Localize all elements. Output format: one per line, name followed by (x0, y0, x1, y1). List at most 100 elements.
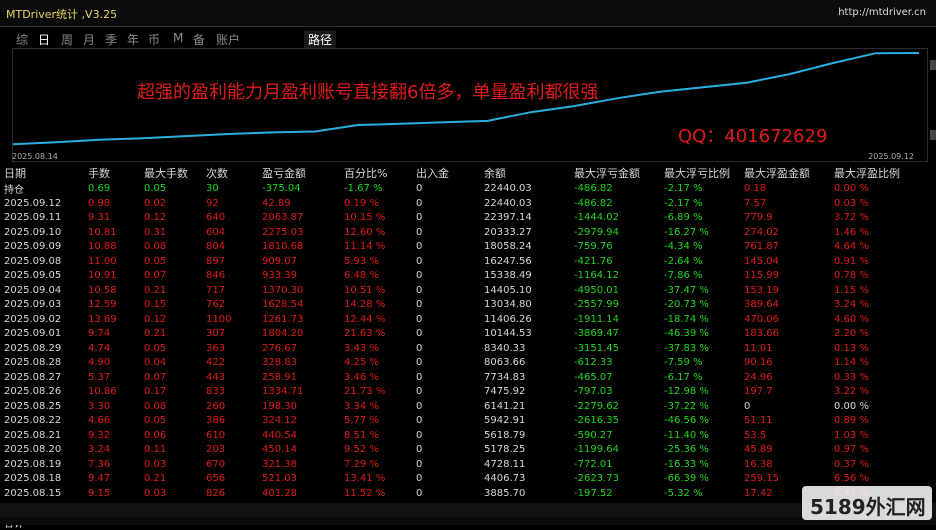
table-header[interactable]: 日期 手数 最大手数 次数 盈亏金额 百分比% 出入金 余额 最大浮亏金额 最大浮亏比例 最大浮盈金… (4, 165, 924, 181)
table-row[interactable]: 2025.09.01 9.74 0.21 307 1804.20 21.63 % 0 1014… (4, 327, 924, 342)
cell-9: -25.36 % (664, 444, 709, 456)
cell-0: 2025.09.01 (4, 328, 62, 340)
cell-1: 10.86 (88, 386, 117, 398)
cell-7: 18058.24 (484, 241, 532, 253)
cell-6: 0 (416, 415, 423, 427)
cell-6: 0 (416, 270, 423, 282)
cell-8: -486.82 (574, 183, 613, 194)
tab-quarter[interactable]: 季 (105, 31, 117, 48)
cell-8: -3151.45 (574, 342, 619, 354)
table-row[interactable]: 2025.08.25 3.30 0.08 260 198.30 3.34 % 0 6141.2… (4, 399, 924, 414)
cell-8: -2979.94 (574, 226, 619, 238)
cell-10: 0.18 (744, 183, 767, 194)
table-row[interactable]: 2025.08.18 9.47 0.21 656 521.03 13.41 % 0 4406.… (4, 472, 924, 487)
tab-year[interactable]: 年 (127, 31, 139, 48)
cell-0: 2025.08.25 (4, 400, 62, 412)
table-row[interactable]: 2025.09.08 11.00 0.05 897 909.07 5.93 % 0 16247… (4, 254, 924, 269)
cell-9: -20.73 % (664, 299, 709, 311)
table-row[interactable]: 2025.08.26 10.86 0.17 833 1334.71 21.73 % 0 747… (4, 385, 924, 400)
cell-2: 0.06 (144, 429, 167, 441)
cell-3: 30 (206, 183, 219, 194)
cell-0: 2025.09.04 (4, 284, 62, 296)
cell-9: 最大浮亏比例 (664, 167, 730, 180)
table-row[interactable]: 2025.09.04 10.58 0.21 717 1370.30 10.51 % 0 144… (4, 283, 924, 298)
cell-9: -12.98 % (664, 386, 709, 398)
table-row[interactable]: 2025.09.02 13.69 0.12 1100 1261.73 12.44 % 0 11… (4, 312, 924, 327)
tab-overview[interactable]: 综 (16, 31, 28, 48)
cell-3: 1100 (206, 313, 232, 325)
table-row[interactable]: 2025.08.29 4.74 0.05 363 276.67 3.43 % 0 8340.3… (4, 341, 924, 356)
tab-m[interactable]: M (173, 31, 183, 45)
cell-2: 0.31 (144, 226, 167, 238)
table-row[interactable]: 2025.09.12 0.98 0.02 92 42.89 0.19 % 0 22440.03… (4, 196, 924, 211)
table-row[interactable]: 2025.08.21 9.32 0.06 610 440.54 8.51 % 0 5618.7… (4, 428, 924, 443)
cell-6: 0 (416, 429, 423, 441)
cell-3: 260 (206, 400, 226, 412)
scrollbar-thumb[interactable] (930, 60, 936, 70)
cell-10: 51.11 (744, 415, 773, 427)
cell-5: 21.63 % (344, 328, 386, 340)
cell-3: 640 (206, 212, 226, 224)
table-row[interactable]: 2025.08.22 4.66 0.05 386 324.12 5.77 % 0 5942.9… (4, 414, 924, 429)
cell-2: 0.17 (144, 386, 167, 398)
table-row[interactable]: 2025.09.05 10.91 0.07 846 933.39 6.48 % 0 15338… (4, 269, 924, 284)
cell-5: 3.43 % (344, 342, 379, 354)
table-row[interactable]: 2025.08.19 7.36 0.03 670 321.38 7.29 % 0 4728.1… (4, 457, 924, 472)
total-bar (0, 503, 936, 517)
tab-day[interactable]: 日 (38, 31, 50, 48)
cell-10: 153.19 (744, 284, 779, 296)
cell-2: 0.08 (144, 400, 167, 412)
cell-2: 0.03 (144, 458, 167, 470)
cell-5: 21.73 % (344, 386, 386, 398)
website-link[interactable]: http://mtdriver.cn (838, 7, 926, 18)
tab-week[interactable]: 周 (61, 31, 73, 48)
cell-3: 656 (206, 473, 226, 485)
title-bar: MTDriver统计 ,V3.25 http://mtdriver.cn (0, 0, 936, 27)
cell-10: 115.99 (744, 270, 779, 282)
table-row[interactable]: 2025.08.27 5.37 0.07 443 258.91 3.46 % 0 7734.8… (4, 370, 924, 385)
daily-stats-table: 日期 手数 最大手数 次数 盈亏金额 百分比% 出入金 余额 最大浮亏金额 最大浮亏比例 最大浮盈金… (4, 165, 924, 530)
cell-11: 0.37 % (834, 458, 869, 470)
cell-2: 最大手数 (144, 167, 188, 180)
tab-month[interactable]: 月 (83, 31, 95, 48)
cell-10: 90.16 (744, 357, 773, 369)
table-row[interactable]: 2025.09.03 12.59 0.15 762 1628.54 14.28 % 0 130… (4, 298, 924, 313)
table-row[interactable]: 2025.09.11 9.31 0.12 640 2063.87 10.15 % 0 2239… (4, 211, 924, 226)
table-row[interactable]: 2025.08.20 3.24 0.11 203 450.14 9.52 % 0 5178.2… (4, 443, 924, 458)
cell-5: 3.34 % (344, 400, 379, 412)
cell-7: 11406.26 (484, 313, 532, 325)
cell-5: 11.14 % (344, 241, 386, 253)
window-title: MTDriver统计 ,V3.25 (6, 8, 118, 21)
table-row[interactable]: 2025.08.15 9.15 0.03 826 401.28 11.52 % 0 3885.… (4, 486, 924, 501)
cell-8: -759.76 (574, 241, 613, 253)
cell-7: 4728.11 (484, 458, 526, 470)
cell-0: 2025.08.19 (4, 458, 62, 470)
tab-account[interactable]: 账户 (216, 31, 240, 48)
cell-8: -1911.14 (574, 313, 619, 325)
cell-8: -612.33 (574, 357, 613, 369)
cell-4: 2063.87 (262, 212, 304, 224)
cell-8: 最大浮亏金额 (574, 167, 640, 180)
cell-4: 276.67 (262, 342, 297, 354)
cell-0: 2025.09.03 (4, 299, 62, 311)
period-tabs: 综 日 周 月 季 年 币 M 备 账户 路径 (0, 28, 936, 48)
table-row[interactable]: 2025.09.10 10.81 0.31 604 2275.03 12.60 % 0 203… (4, 225, 924, 240)
cell-2: 0.08 (144, 241, 167, 253)
cell-3: 717 (206, 284, 226, 296)
cell-4: 440.54 (262, 429, 297, 441)
tab-currency[interactable]: 币 (148, 31, 160, 48)
table-row[interactable]: 2025.09.09 10.88 0.08 804 1810.68 11.14 % 0 180… (4, 240, 924, 255)
cell-1: 手数 (88, 167, 110, 180)
cell-0: 2025.09.10 (4, 226, 62, 238)
cell-9: -46.56 % (664, 415, 709, 427)
table-row[interactable]: 2025.08.28 4.90 0.04 422 328.83 4.25 % 0 8063.6… (4, 356, 924, 371)
cell-7: 22440.03 (484, 183, 532, 194)
cell-0: 2025.09.02 (4, 313, 62, 325)
tab-path[interactable]: 路径 (304, 31, 337, 48)
cell-5: 8.51 % (344, 429, 379, 441)
cell-9: -46.39 % (664, 328, 709, 340)
holding-row[interactable]: 持仓 0.69 0.05 30 -375.04 -1.67 % 0 22440.03 -486.… (4, 181, 924, 196)
scrollbar-thumb-2[interactable] (930, 130, 936, 140)
tab-note[interactable]: 备 (193, 31, 205, 48)
cell-11: 1.46 % (834, 226, 869, 238)
